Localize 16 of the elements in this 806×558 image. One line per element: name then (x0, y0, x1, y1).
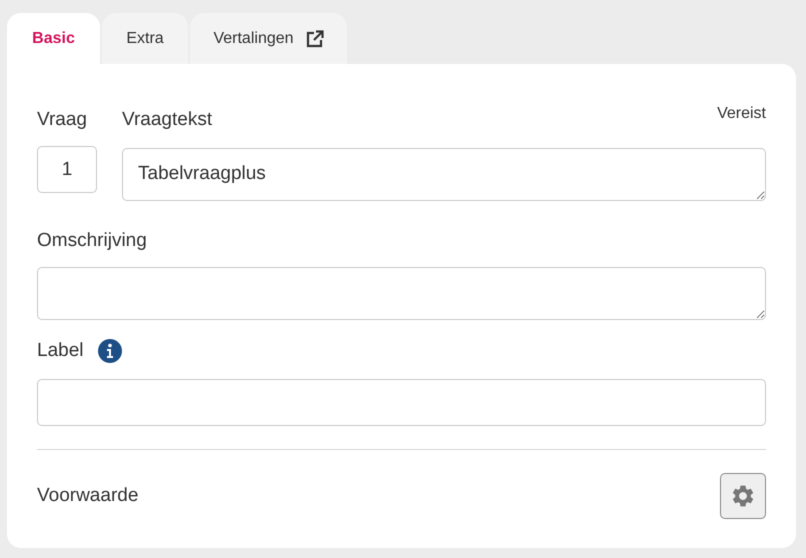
tab[interactable]: Vertalingen (190, 13, 347, 64)
tab[interactable]: Extra (102, 13, 188, 64)
info-icon[interactable] (98, 339, 122, 363)
condition-label: Voorwaarde (37, 484, 138, 508)
settings-icon (730, 483, 756, 509)
question-text-field[interactable]: Tabelvraagplus (122, 148, 766, 201)
field-label: Vraagtekst (122, 108, 212, 132)
question-number-field[interactable]: 1 (37, 146, 97, 193)
settings-button[interactable] (720, 473, 766, 519)
field-label: Label (37, 339, 84, 363)
description-field[interactable] (37, 267, 766, 320)
field-label: Vraag (37, 108, 88, 132)
required-note: Vereist (717, 104, 766, 124)
tab[interactable]: Basic (7, 13, 100, 64)
field-label: Omschrijving (37, 229, 147, 253)
label-field[interactable] (37, 379, 766, 426)
